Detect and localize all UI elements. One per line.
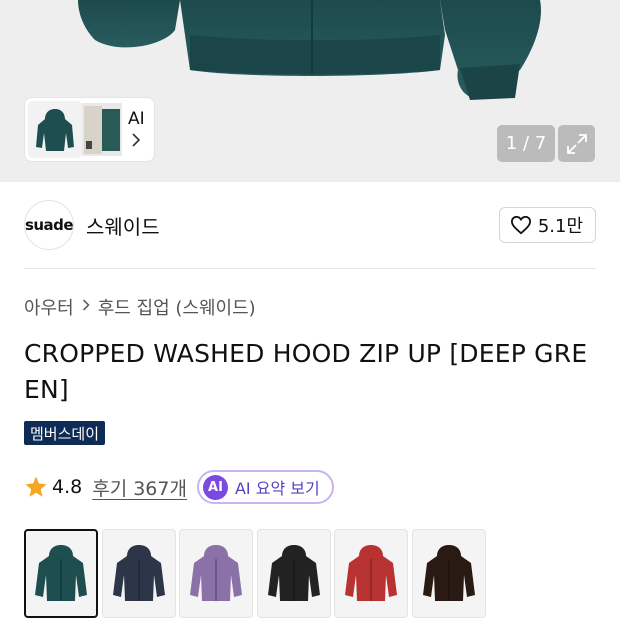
product-image-gallery[interactable]: AI 1 / 7 — [0, 0, 620, 182]
color-swatch-deep-green[interactable] — [24, 529, 98, 618]
hoodie-thumbnail — [35, 544, 87, 601]
color-swatch-navy[interactable] — [101, 529, 176, 618]
chevron-right-icon — [131, 132, 141, 151]
rating-score: 4.8 — [52, 476, 83, 498]
color-swatches — [24, 529, 489, 618]
thumbnail-image — [28, 101, 82, 158]
chevron-right-icon — [82, 299, 90, 315]
like-button[interactable]: 5.1만 — [498, 207, 596, 243]
breadcrumb-item-hood[interactable]: 후드 집업 (스웨이드) — [98, 294, 256, 320]
hoodie-thumbnail — [345, 544, 397, 601]
hoodie-thumbnail — [267, 544, 320, 601]
ai-thumbnail-card[interactable]: AI — [24, 97, 155, 162]
color-swatch-black[interactable] — [256, 529, 331, 618]
breadcrumb-item-outer[interactable]: 아우터 — [24, 294, 74, 320]
heart-icon — [510, 215, 531, 235]
ai-label: AI — [128, 108, 145, 129]
members-day-badge: 멤버스데이 — [24, 421, 106, 445]
hoodie-thumbnail — [190, 544, 242, 601]
color-swatch-red[interactable] — [334, 529, 408, 618]
expand-icon[interactable] — [558, 125, 595, 162]
hoodie-thumbnail — [422, 544, 475, 601]
ai-summary-label: AI 요약 보기 — [234, 479, 320, 498]
ai-summary-button[interactable]: AI AI 요약 보기 — [196, 470, 334, 504]
color-swatch-purple[interactable] — [179, 529, 253, 618]
star-icon — [25, 476, 47, 497]
brand-name[interactable]: 스웨이드 — [86, 211, 160, 240]
hoodie-thumbnail — [112, 544, 165, 601]
breadcrumb: 아우터 후드 집업 (스웨이드) — [24, 294, 256, 320]
product-title: CROPPED WASHED HOOD ZIP UP [DEEP GREEN] — [24, 339, 588, 404]
rating-row: 4.8 후기 367개 AI AI 요약 보기 — [24, 470, 334, 504]
thumbnail-stack — [82, 101, 122, 158]
image-counter: 1 / 7 — [497, 125, 555, 162]
like-count: 5.1만 — [537, 216, 583, 237]
reviews-link[interactable]: 후기 367개 — [92, 474, 187, 501]
brand-row: suade 스웨이드 5.1만 — [24, 200, 596, 250]
divider — [24, 268, 596, 269]
color-swatch-brown[interactable] — [411, 529, 486, 618]
ai-badge-icon: AI — [202, 474, 228, 500]
brand-logo[interactable]: suade — [24, 200, 74, 250]
